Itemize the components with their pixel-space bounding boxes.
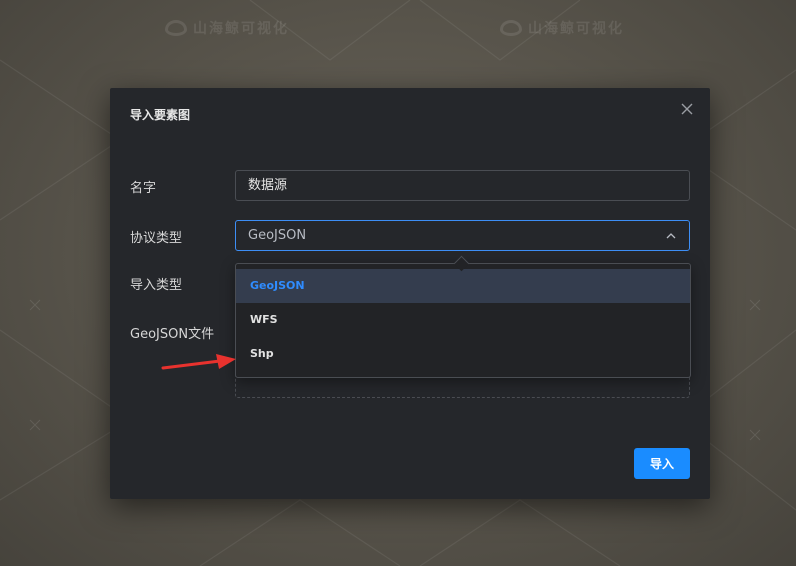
dropdown-option-geojson[interactable]: GeoJSON (236, 269, 690, 303)
name-label: 名字 (130, 181, 157, 196)
name-input[interactable]: 数据源 (235, 170, 690, 201)
geojson-file-label: GeoJSON文件 (130, 327, 215, 342)
protocol-type-select[interactable]: GeoJSON (235, 220, 690, 251)
watermark-text: 山海鲸可视化 (193, 21, 289, 37)
protocol-type-value: GeoJSON (248, 228, 307, 243)
watermark-right: 山海鲸可视化 (500, 18, 624, 38)
close-button[interactable] (678, 100, 696, 118)
import-type-label: 导入类型 (130, 278, 183, 293)
dropdown-option-shp[interactable]: Shp (236, 337, 690, 371)
watermark-text: 山海鲸可视化 (528, 21, 624, 37)
annotation-arrow-icon (161, 354, 236, 370)
chevron-up-icon (666, 233, 676, 239)
import-feature-dialog: 导入要素图 名字 数据源 协议类型 GeoJSON 导入类型 GeoJSON文件… (110, 88, 710, 499)
import-button[interactable]: 导入 (634, 448, 690, 479)
dialog-title: 导入要素图 (130, 108, 191, 122)
dropdown-option-wfs[interactable]: WFS (236, 303, 690, 337)
watermark-left: 山海鲸可视化 (165, 18, 289, 38)
protocol-type-label: 协议类型 (130, 231, 183, 246)
protocol-type-dropdown: GeoJSON WFS Shp (235, 255, 691, 378)
watermark-logo-icon (500, 20, 522, 36)
close-icon (681, 103, 693, 115)
watermark-logo-icon (165, 20, 187, 36)
